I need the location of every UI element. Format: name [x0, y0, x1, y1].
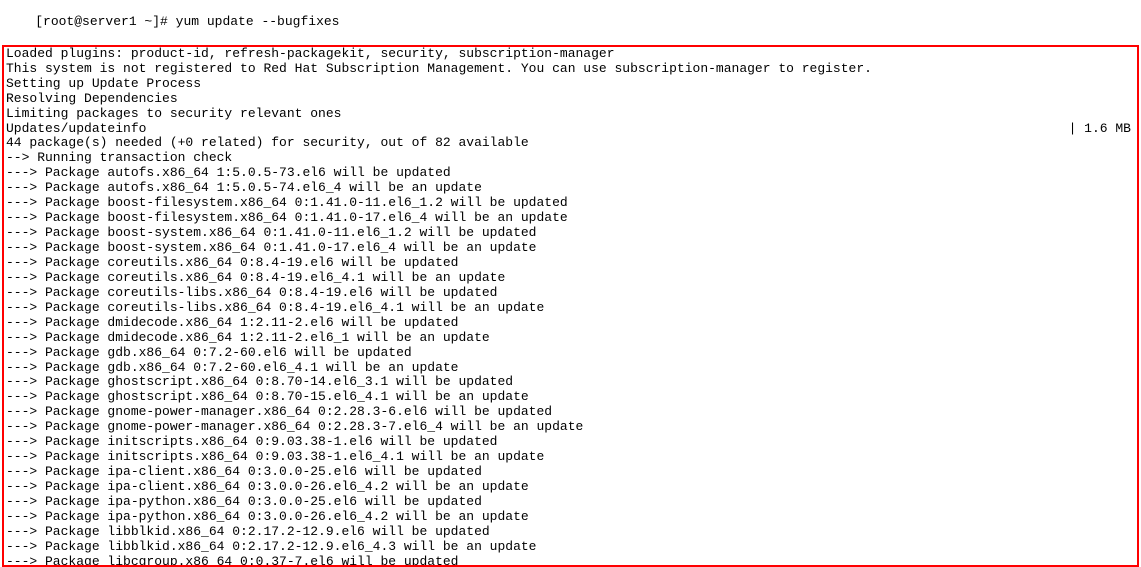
terminal-output-line: ---> Package ghostscript.x86_64 0:8.70-1…: [6, 375, 1135, 390]
terminal-window[interactable]: [root@server1 ~]# yum update --bugfixes …: [0, 0, 1141, 539]
terminal-line-text: Resolving Dependencies: [6, 92, 178, 107]
terminal-line-text: This system is not registered to Red Hat…: [6, 62, 872, 77]
terminal-output-line: ---> Package libcgroup.x86_64 0:0.37-7.e…: [6, 555, 1135, 567]
terminal-output-box: Loaded plugins: product-id, refresh-pack…: [2, 45, 1139, 567]
terminal-output-line: ---> Package coreutils-libs.x86_64 0:8.4…: [6, 286, 1135, 301]
terminal-output-line: ---> Package libblkid.x86_64 0:2.17.2-12…: [6, 525, 1135, 540]
terminal-output-line: 44 package(s) needed (+0 related) for se…: [6, 136, 1135, 151]
terminal-line-text: ---> Package boost-filesystem.x86_64 0:1…: [6, 196, 568, 211]
terminal-line-text: ---> Package coreutils.x86_64 0:8.4-19.e…: [6, 256, 458, 271]
terminal-line-text: ---> Package dmidecode.x86_64 1:2.11-2.e…: [6, 331, 490, 346]
terminal-output-line: ---> Package gnome-power-manager.x86_64 …: [6, 420, 1135, 435]
terminal-output-line: ---> Package initscripts.x86_64 0:9.03.3…: [6, 435, 1135, 450]
terminal-output-line: ---> Package boost-system.x86_64 0:1.41.…: [6, 226, 1135, 241]
terminal-line-text: ---> Package ipa-client.x86_64 0:3.0.0-2…: [6, 465, 482, 480]
terminal-output-line: ---> Package coreutils-libs.x86_64 0:8.4…: [6, 301, 1135, 316]
terminal-output-line: Setting up Update Process: [6, 77, 1135, 92]
command-prompt-text: [root@server1 ~]# yum update --bugfixes: [35, 14, 339, 29]
terminal-output-line: ---> Package ipa-client.x86_64 0:3.0.0-2…: [6, 465, 1135, 480]
terminal-line-text: Updates/updateinfo: [6, 122, 146, 137]
terminal-output-line: ---> Package gdb.x86_64 0:7.2-60.el6_4.1…: [6, 361, 1135, 376]
terminal-output-line: ---> Package libblkid.x86_64 0:2.17.2-12…: [6, 540, 1135, 555]
terminal-line-text: ---> Package boost-system.x86_64 0:1.41.…: [6, 226, 537, 241]
terminal-output-line: ---> Package coreutils.x86_64 0:8.4-19.e…: [6, 256, 1135, 271]
terminal-line-text: ---> Package autofs.x86_64 1:5.0.5-74.el…: [6, 181, 482, 196]
terminal-line-text: ---> Package gnome-power-manager.x86_64 …: [6, 405, 552, 420]
terminal-line-text: ---> Package coreutils-libs.x86_64 0:8.4…: [6, 286, 497, 301]
terminal-line-text: ---> Package gdb.x86_64 0:7.2-60.el6 wil…: [6, 346, 412, 361]
command-prompt-line: [root@server1 ~]# yum update --bugfixes: [0, 0, 1141, 45]
terminal-line-text: ---> Package boost-filesystem.x86_64 0:1…: [6, 211, 568, 226]
terminal-line-right: | 1.6 MB: [1069, 122, 1135, 137]
terminal-line-text: 44 package(s) needed (+0 related) for se…: [6, 136, 529, 151]
terminal-line-text: ---> Package gdb.x86_64 0:7.2-60.el6_4.1…: [6, 361, 458, 376]
terminal-line-text: ---> Package ghostscript.x86_64 0:8.70-1…: [6, 375, 513, 390]
terminal-output-line: Loaded plugins: product-id, refresh-pack…: [6, 47, 1135, 62]
terminal-output-line: ---> Package ghostscript.x86_64 0:8.70-1…: [6, 390, 1135, 405]
terminal-output-line: Resolving Dependencies: [6, 92, 1135, 107]
terminal-output-line: ---> Package coreutils.x86_64 0:8.4-19.e…: [6, 271, 1135, 286]
terminal-line-text: Setting up Update Process: [6, 77, 201, 92]
terminal-line-text: ---> Package coreutils.x86_64 0:8.4-19.e…: [6, 271, 505, 286]
terminal-output-line: --> Running transaction check: [6, 151, 1135, 166]
terminal-output-line: ---> Package ipa-python.x86_64 0:3.0.0-2…: [6, 495, 1135, 510]
terminal-line-text: ---> Package libcgroup.x86_64 0:0.37-7.e…: [6, 555, 458, 567]
terminal-output-line: ---> Package dmidecode.x86_64 1:2.11-2.e…: [6, 331, 1135, 346]
terminal-line-text: ---> Package boost-system.x86_64 0:1.41.…: [6, 241, 537, 256]
terminal-line-text: --> Running transaction check: [6, 151, 232, 166]
terminal-line-text: ---> Package dmidecode.x86_64 1:2.11-2.e…: [6, 316, 458, 331]
terminal-output-line: ---> Package ipa-client.x86_64 0:3.0.0-2…: [6, 480, 1135, 495]
terminal-line-text: ---> Package libblkid.x86_64 0:2.17.2-12…: [6, 525, 490, 540]
terminal-output-line: ---> Package ipa-python.x86_64 0:3.0.0-2…: [6, 510, 1135, 525]
terminal-line-text: Limiting packages to security relevant o…: [6, 107, 341, 122]
terminal-line-text: ---> Package coreutils-libs.x86_64 0:8.4…: [6, 301, 544, 316]
terminal-output-line: ---> Package gdb.x86_64 0:7.2-60.el6 wil…: [6, 346, 1135, 361]
terminal-line-text: ---> Package libblkid.x86_64 0:2.17.2-12…: [6, 540, 537, 555]
terminal-output-line: ---> Package boost-filesystem.x86_64 0:1…: [6, 211, 1135, 226]
terminal-output-line: This system is not registered to Red Hat…: [6, 62, 1135, 77]
terminal-output-line: ---> Package boost-system.x86_64 0:1.41.…: [6, 241, 1135, 256]
terminal-line-text: ---> Package ipa-client.x86_64 0:3.0.0-2…: [6, 480, 529, 495]
terminal-line-text: ---> Package ghostscript.x86_64 0:8.70-1…: [6, 390, 529, 405]
terminal-output-line: Limiting packages to security relevant o…: [6, 107, 1135, 122]
terminal-line-text: ---> Package initscripts.x86_64 0:9.03.3…: [6, 435, 497, 450]
terminal-line-text: ---> Package ipa-python.x86_64 0:3.0.0-2…: [6, 495, 482, 510]
terminal-line-text: ---> Package initscripts.x86_64 0:9.03.3…: [6, 450, 544, 465]
terminal-output-line: ---> Package initscripts.x86_64 0:9.03.3…: [6, 450, 1135, 465]
terminal-output-line: ---> Package gnome-power-manager.x86_64 …: [6, 405, 1135, 420]
terminal-output-line: ---> Package dmidecode.x86_64 1:2.11-2.e…: [6, 316, 1135, 331]
terminal-output-line: ---> Package boost-filesystem.x86_64 0:1…: [6, 196, 1135, 211]
terminal-line-text: Loaded plugins: product-id, refresh-pack…: [6, 47, 615, 62]
terminal-output-line: ---> Package autofs.x86_64 1:5.0.5-74.el…: [6, 181, 1135, 196]
terminal-output-line: ---> Package autofs.x86_64 1:5.0.5-73.el…: [6, 166, 1135, 181]
terminal-line-text: ---> Package gnome-power-manager.x86_64 …: [6, 420, 583, 435]
terminal-output-line: Updates/updateinfo | 1.6 MB: [6, 122, 1135, 137]
terminal-line-text: ---> Package ipa-python.x86_64 0:3.0.0-2…: [6, 510, 529, 525]
terminal-line-text: ---> Package autofs.x86_64 1:5.0.5-73.el…: [6, 166, 451, 181]
